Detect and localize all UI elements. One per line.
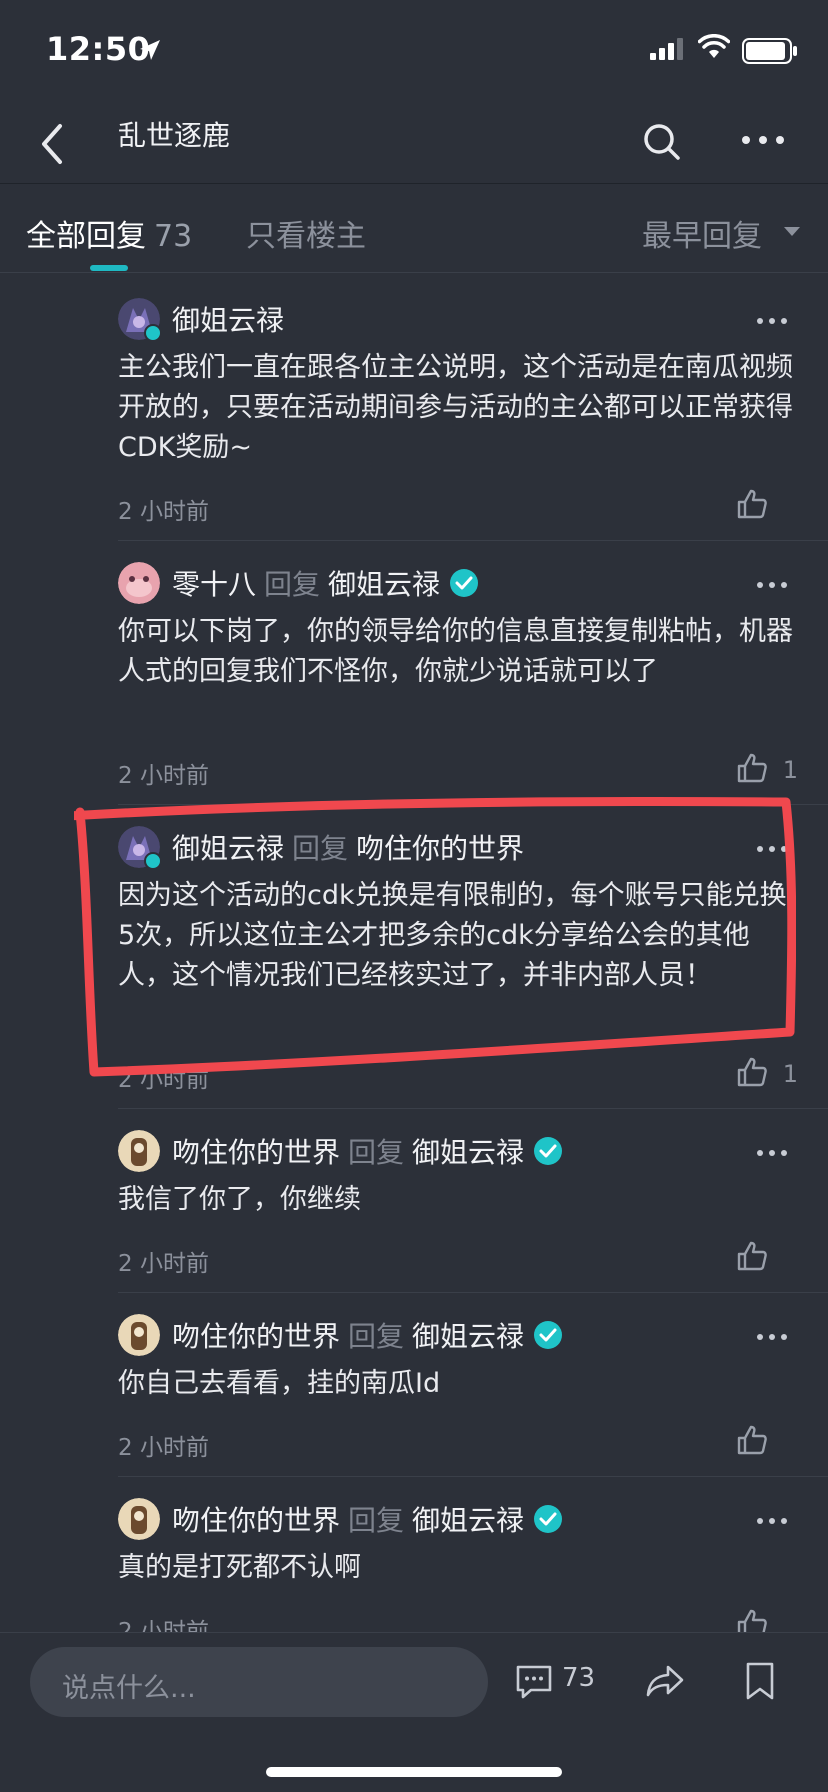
more-options-icon[interactable] <box>740 130 786 150</box>
reply-text: 你自己去看看，挂的南瓜Id <box>118 1368 441 1399</box>
comment-input[interactable]: 说点什么... <box>30 1647 488 1717</box>
avatar[interactable] <box>118 562 160 604</box>
verified-badge-icon <box>534 1321 563 1349</box>
like-thumb-icon[interactable] <box>736 1608 768 1632</box>
reply-text: 你可以下岗了，你的领导给你的信息直接复制粘帖，机器人式的回复我们不怪你，你就少说… <box>118 616 793 687</box>
comment-input-placeholder: 说点什么... <box>62 1673 196 1704</box>
avatar[interactable] <box>118 1498 160 1540</box>
reply-header: 零十八 回复 御姐云禄 <box>172 562 479 604</box>
reply-text: 真的是打死都不认啊 <box>118 1552 361 1583</box>
red-highlight-annotation <box>74 797 796 1077</box>
reply-word: 回复 <box>348 1504 405 1537</box>
active-tab-indicator <box>90 265 128 271</box>
reply-word: 回复 <box>348 1136 405 1169</box>
home-indicator[interactable] <box>266 1767 562 1777</box>
reply-header: 吻住你的世界 回复 御姐云禄 <box>172 1130 563 1172</box>
reply-time: 2 小时前 <box>118 1251 209 1277</box>
tab-all-label: 全部回复 <box>26 219 146 254</box>
tab-owner-only[interactable]: 只看楼主 <box>246 211 366 255</box>
like-thumb-icon[interactable] <box>736 1240 768 1272</box>
reply-time: 2 小时前 <box>118 763 209 789</box>
caret-down-icon[interactable] <box>784 227 800 236</box>
back-arrow-icon[interactable] <box>34 120 74 168</box>
avatar[interactable] <box>118 1314 160 1356</box>
wifi-icon <box>698 34 730 58</box>
author-name[interactable]: 御姐云禄 <box>172 299 284 339</box>
divider <box>118 540 828 541</box>
verified-badge-icon <box>450 569 479 597</box>
reply-header: 吻住你的世界 回复 御姐云禄 <box>172 1498 563 1540</box>
author-name[interactable]: 吻住你的世界 <box>172 1131 340 1171</box>
status-bar: 12:50 <box>0 0 828 100</box>
reply-target-name[interactable]: 御姐云禄 <box>328 563 440 603</box>
search-icon[interactable] <box>640 120 684 164</box>
avatar[interactable] <box>118 1130 160 1172</box>
tab-all-replies[interactable]: 全部回复 73 <box>26 211 192 255</box>
comments-icon[interactable] <box>514 1661 554 1701</box>
like-thumb-icon[interactable] <box>736 752 768 784</box>
more-options-icon[interactable] <box>756 1332 788 1342</box>
reply-item: 御姐云禄 主公我们一直在跟各位主公说明，这个活动是在南瓜视频开放的，只要在活动期… <box>118 298 798 528</box>
reply-word: 回复 <box>348 1320 405 1353</box>
reply-item: 吻住你的世界 回复 御姐云禄 真的是打死都不认啊 2 小时前 <box>118 1498 798 1632</box>
reply-tabs: 全部回复 73 只看楼主 最早回复 <box>0 185 828 273</box>
divider <box>118 1476 828 1477</box>
divider <box>118 1108 828 1109</box>
reply-text: 我信了你了，你继续 <box>118 1184 361 1215</box>
reply-text: 主公我们一直在跟各位主公说明，这个活动是在南瓜视频开放的，只要在活动期间参与活动… <box>118 352 793 463</box>
status-time: 12:50 <box>46 30 151 68</box>
battery-icon <box>742 38 797 64</box>
bookmark-icon[interactable] <box>744 1661 776 1701</box>
reply-word: 回复 <box>264 568 321 601</box>
more-options-icon[interactable] <box>756 1148 788 1158</box>
sort-dropdown[interactable]: 最早回复 <box>642 211 762 255</box>
reply-time: 2 小时前 <box>118 1619 209 1632</box>
reply-target-name[interactable]: 御姐云禄 <box>412 1499 524 1539</box>
author-name[interactable]: 吻住你的世界 <box>172 1499 340 1539</box>
location-arrow-icon <box>140 40 160 60</box>
reply-target-name[interactable]: 御姐云禄 <box>412 1131 524 1171</box>
reply-count: 73 <box>154 219 193 254</box>
page-title: 乱世逐鹿 <box>118 119 231 152</box>
reply-item: 吻住你的世界 回复 御姐云禄 你自己去看看，挂的南瓜Id 2 小时前 <box>118 1314 798 1484</box>
like-count: 1 <box>782 756 798 784</box>
reply-time: 2 小时前 <box>118 499 209 525</box>
verified-badge-icon <box>534 1505 563 1533</box>
reply-header: 吻住你的世界 回复 御姐云禄 <box>172 1314 563 1356</box>
more-options-icon[interactable] <box>756 1516 788 1526</box>
like-thumb-icon[interactable] <box>736 1424 768 1456</box>
more-options-icon[interactable] <box>756 580 788 590</box>
comment-count[interactable]: 73 <box>562 1663 595 1693</box>
reply-item: 零十八 回复 御姐云禄 你可以下岗了，你的领导给你的信息直接复制粘帖，机器人式的… <box>118 562 798 792</box>
more-options-icon[interactable] <box>756 316 788 326</box>
reply-item: 吻住你的世界 回复 御姐云禄 我信了你了，你继续 2 小时前 <box>118 1130 798 1300</box>
divider <box>118 1292 828 1293</box>
like-thumb-icon[interactable] <box>736 488 768 520</box>
verified-badge-icon <box>144 324 162 342</box>
cellular-signal-icon <box>650 38 683 60</box>
author-name[interactable]: 吻住你的世界 <box>172 1315 340 1355</box>
author-name[interactable]: 零十八 <box>172 563 256 603</box>
verified-badge-icon <box>534 1137 563 1165</box>
share-icon[interactable] <box>644 1661 686 1701</box>
reply-time: 2 小时前 <box>118 1435 209 1461</box>
navigation-bar: 乱世逐鹿 <box>0 100 828 184</box>
reply-target-name[interactable]: 御姐云禄 <box>412 1315 524 1355</box>
reply-header: 御姐云禄 <box>172 298 284 340</box>
bottom-action-bar: 说点什么... 73 <box>0 1632 828 1792</box>
